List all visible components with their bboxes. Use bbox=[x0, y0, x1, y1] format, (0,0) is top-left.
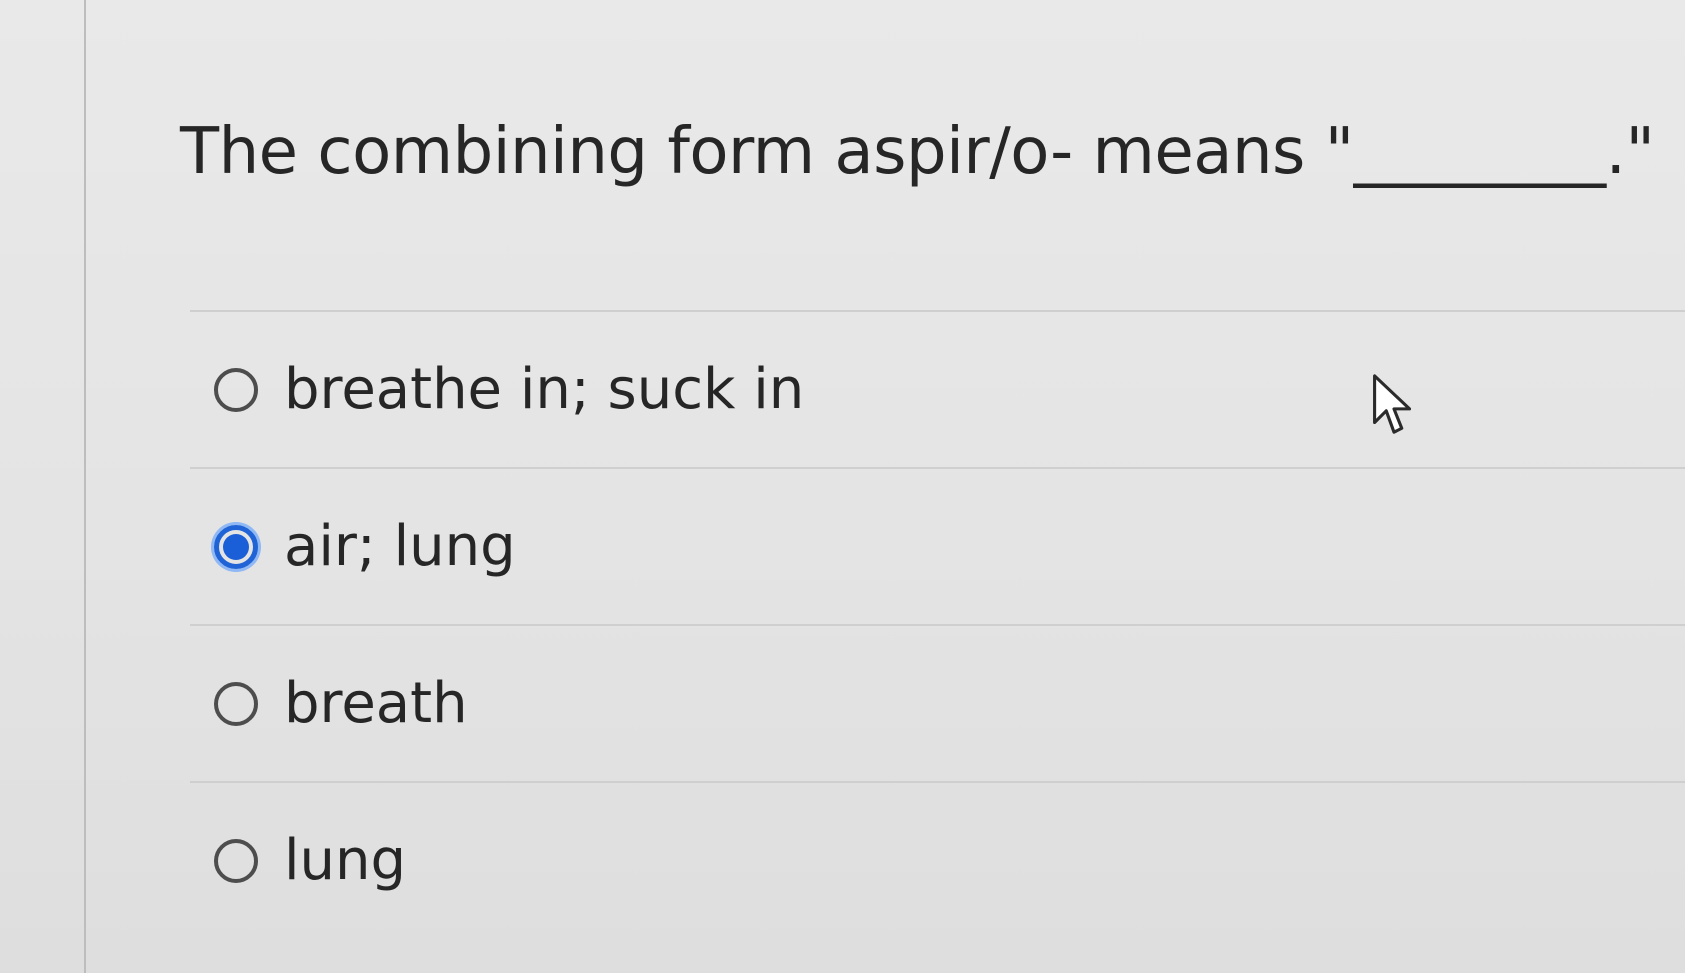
option-label: breathe in; suck in bbox=[284, 356, 805, 422]
radio-button-lung[interactable] bbox=[214, 838, 258, 883]
radio-button-breath[interactable] bbox=[214, 681, 258, 726]
answer-options-group: breathe in; suck in air; lung breath lun… bbox=[190, 310, 1685, 938]
question-text: The combining form aspir/o- means "_____… bbox=[180, 115, 1655, 189]
option-lung[interactable]: lung bbox=[190, 783, 1685, 938]
option-air-lung[interactable]: air; lung bbox=[190, 469, 1685, 624]
mouse-pointer-icon bbox=[1373, 374, 1412, 434]
option-label: lung bbox=[284, 827, 407, 893]
option-breathe-in-suck-in[interactable]: breathe in; suck in bbox=[190, 312, 1685, 467]
radio-button-breathe-in-suck-in[interactable] bbox=[214, 367, 258, 412]
option-breath[interactable]: breath bbox=[190, 626, 1685, 781]
radio-button-air-lung-selected[interactable] bbox=[214, 524, 258, 569]
option-label: breath bbox=[284, 670, 468, 736]
page-left-edge bbox=[84, 0, 86, 973]
radio-selected-dot bbox=[223, 533, 249, 560]
option-label: air; lung bbox=[284, 513, 516, 579]
